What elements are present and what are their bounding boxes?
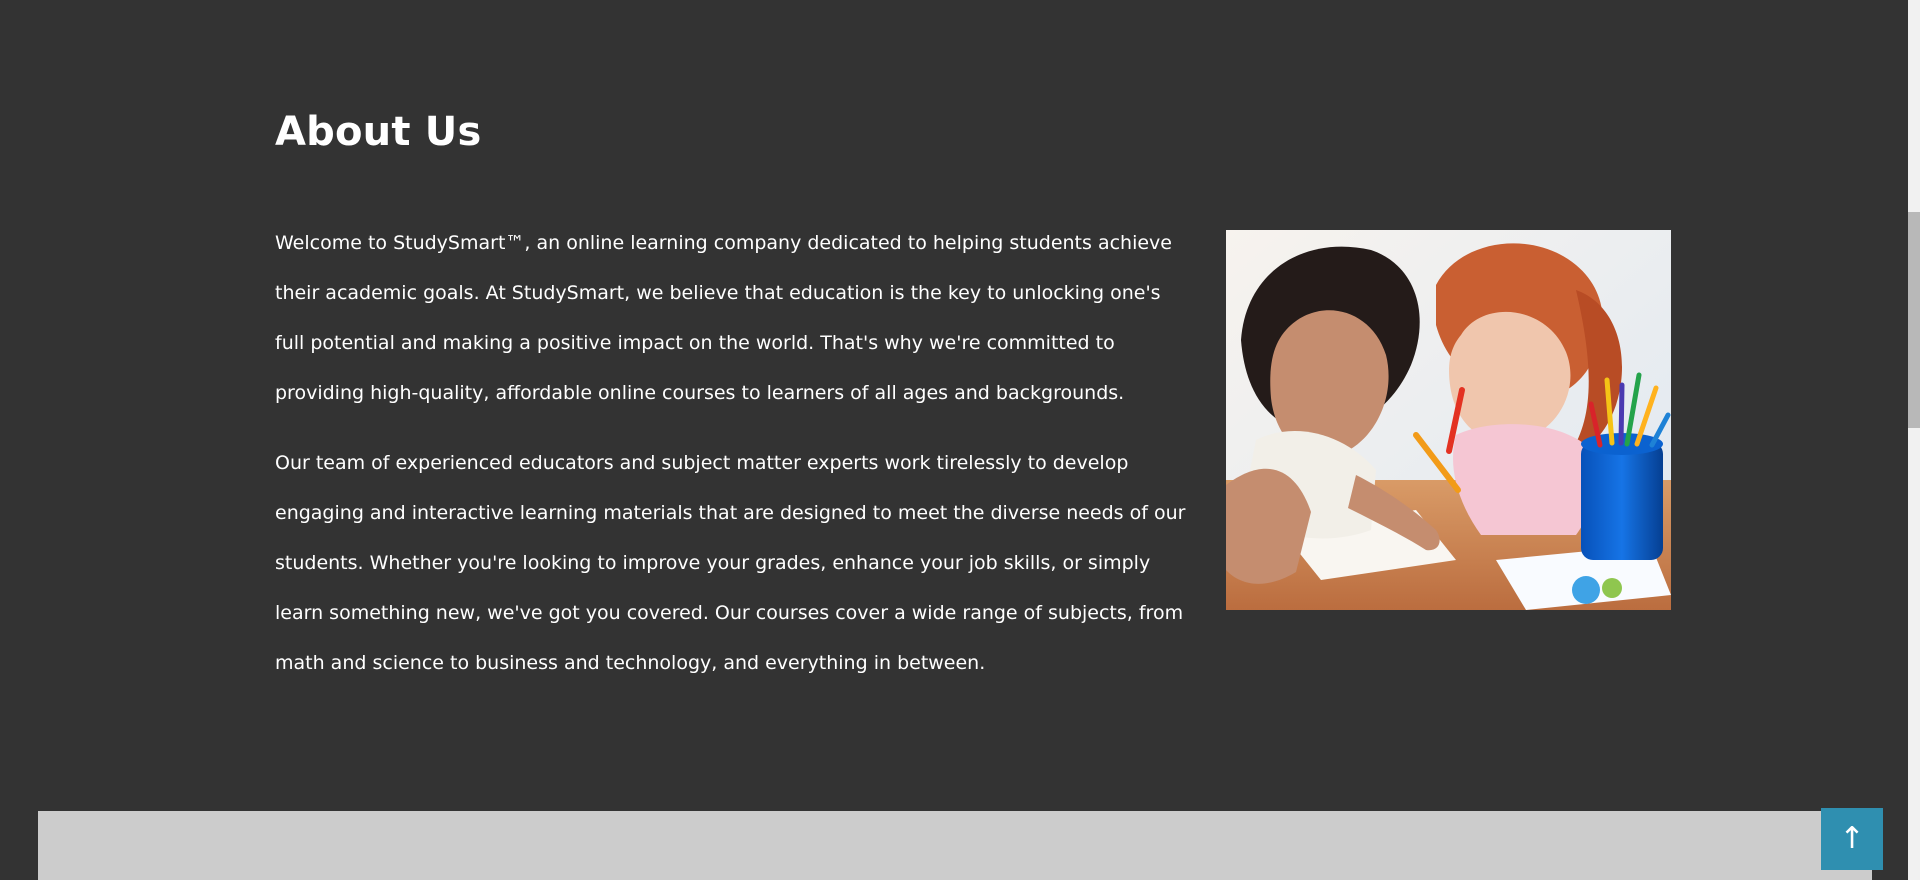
scrollbar-track[interactable] (1908, 0, 1920, 880)
back-to-top-button[interactable]: ↑ (1821, 808, 1883, 870)
about-text: Welcome to StudySmart™, an online learni… (275, 218, 1195, 708)
page: About Us Welcome to StudySmart™, an onli… (0, 0, 1920, 880)
about-title: About Us (275, 109, 482, 155)
children-drawing-image (1226, 230, 1671, 610)
about-paragraph-2: Our team of experienced educators and su… (275, 452, 1186, 674)
arrow-up-icon: ↑ (1839, 821, 1865, 856)
scrollbar-thumb[interactable] (1908, 212, 1920, 428)
about-paragraph-1: Welcome to StudySmart™, an online learni… (275, 232, 1172, 404)
next-section-background (38, 811, 1872, 880)
